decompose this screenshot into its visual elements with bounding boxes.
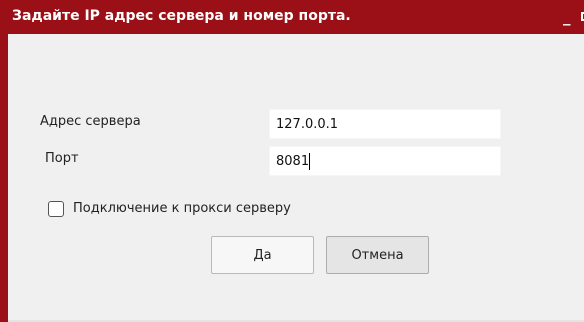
proxy-checkbox[interactable] [48,201,64,217]
port-label: Порт [45,151,79,166]
port-input[interactable] [269,146,501,176]
minimize-icon[interactable]: _ [563,10,571,25]
window-title: Задайте IP адрес сервера и номер порта. [12,8,351,24]
server-address-label: Адрес сервера [40,114,141,129]
connection-dialog: Задайте IP адрес сервера и номер порта. … [0,0,584,322]
server-address-input[interactable] [269,109,501,139]
ok-button[interactable]: Да [211,236,314,274]
dialog-content: Адрес сервера Порт Подключение к прокси … [8,34,584,322]
cancel-button[interactable]: Отмена [326,236,429,274]
proxy-checkbox-label[interactable]: Подключение к прокси серверу [73,201,291,216]
title-bar[interactable]: Задайте IP адрес сервера и номер порта. … [8,0,584,34]
text-caret [309,153,310,170]
